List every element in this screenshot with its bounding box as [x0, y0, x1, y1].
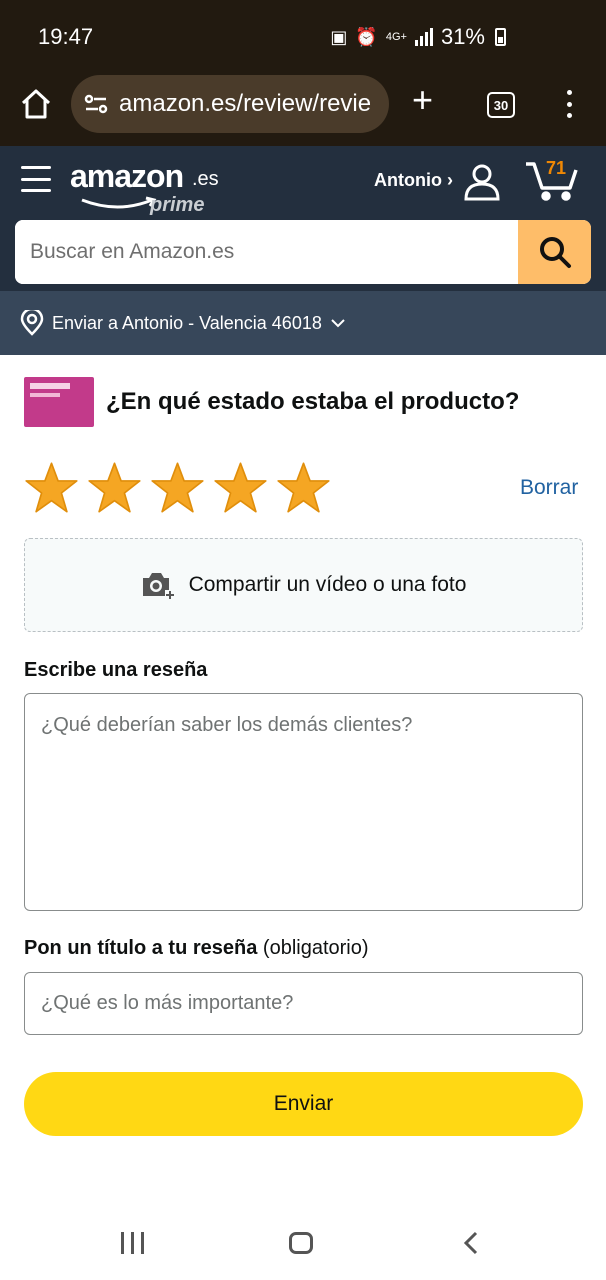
submit-button[interactable]: Enviar [24, 1072, 583, 1136]
delivery-location-bar[interactable]: Enviar a Antonio - Valencia 46018 [0, 291, 606, 355]
product-condition-question: ¿En qué estado estaba el producto? [106, 388, 520, 415]
browser-toolbar: amazon.es/review/revie + 30 [0, 70, 606, 146]
logo-domain: .es [192, 168, 219, 190]
share-media-label: Compartir un vídeo o una foto [188, 573, 467, 596]
amazon-header: amazon .es prime Antonio › 71 [0, 146, 606, 291]
review-title-label: Pon un título a tu reseña (obligatorio) [24, 937, 369, 960]
search-input[interactable] [15, 220, 518, 284]
star-1-icon[interactable] [24, 460, 79, 515]
search-bar [15, 220, 591, 284]
review-title-input[interactable] [24, 972, 583, 1035]
signal-icon [414, 28, 433, 46]
chevron-down-icon [331, 319, 345, 328]
home-icon[interactable] [18, 86, 54, 122]
delivery-location-text: Enviar a Antonio - Valencia 46018 [52, 312, 322, 333]
logo-prime: prime [150, 194, 205, 216]
back-icon[interactable] [462, 1230, 480, 1256]
tabs-button[interactable]: 30 [487, 92, 515, 118]
new-tab-button[interactable]: + [412, 82, 433, 118]
battery-level: 31% [440, 24, 485, 49]
system-navigation-bar [0, 1206, 606, 1280]
star-2-icon[interactable] [87, 460, 142, 515]
browser-menu-button[interactable] [567, 90, 573, 118]
review-title-label-text: Pon un título a tu reseña [24, 937, 258, 959]
share-media-button[interactable]: Compartir un vídeo o una foto [24, 538, 583, 632]
hamburger-menu-icon[interactable] [21, 166, 51, 192]
star-rating [24, 460, 331, 515]
review-textarea[interactable] [24, 693, 583, 911]
home-nav-icon[interactable] [289, 1232, 313, 1254]
alarm-icon: ⏰ [355, 26, 378, 47]
amazon-logo[interactable]: amazon .es prime [70, 158, 219, 216]
account-icon[interactable] [462, 162, 502, 202]
smile-icon [81, 196, 157, 209]
search-button[interactable] [518, 220, 591, 284]
review-label: Escribe una reseña [24, 659, 208, 681]
status-icons: ▣ ⏰ 4G+ 31% [330, 24, 506, 50]
product-thumbnail [24, 377, 94, 427]
status-time: 19:47 [38, 24, 94, 49]
star-4-icon[interactable] [213, 460, 268, 515]
review-title-required: (obligatorio) [262, 937, 369, 959]
site-settings-icon[interactable] [83, 91, 109, 117]
camera-add-icon [142, 573, 175, 600]
screenshot-icon: ▣ [330, 26, 348, 47]
star-5-icon[interactable] [276, 460, 331, 515]
location-pin-icon [20, 310, 44, 336]
battery-icon [495, 28, 506, 46]
star-3-icon[interactable] [150, 460, 205, 515]
recent-apps-icon[interactable] [121, 1232, 144, 1254]
network-type: 4G+ [385, 31, 407, 43]
clear-rating-link[interactable]: Borrar [520, 476, 578, 500]
url-bar[interactable]: amazon.es/review/revie [71, 75, 389, 133]
cart-count-badge: 71 [546, 158, 567, 178]
account-link[interactable]: Antonio › [374, 170, 453, 191]
logo-text: amazon [70, 158, 184, 194]
status-bar: 19:47 ▣ ⏰ 4G+ 31% [0, 0, 606, 70]
url-text[interactable]: amazon.es/review/revie [119, 90, 371, 118]
product-header: ¿En qué estado estaba el producto? [24, 376, 584, 428]
search-icon [539, 237, 571, 268]
